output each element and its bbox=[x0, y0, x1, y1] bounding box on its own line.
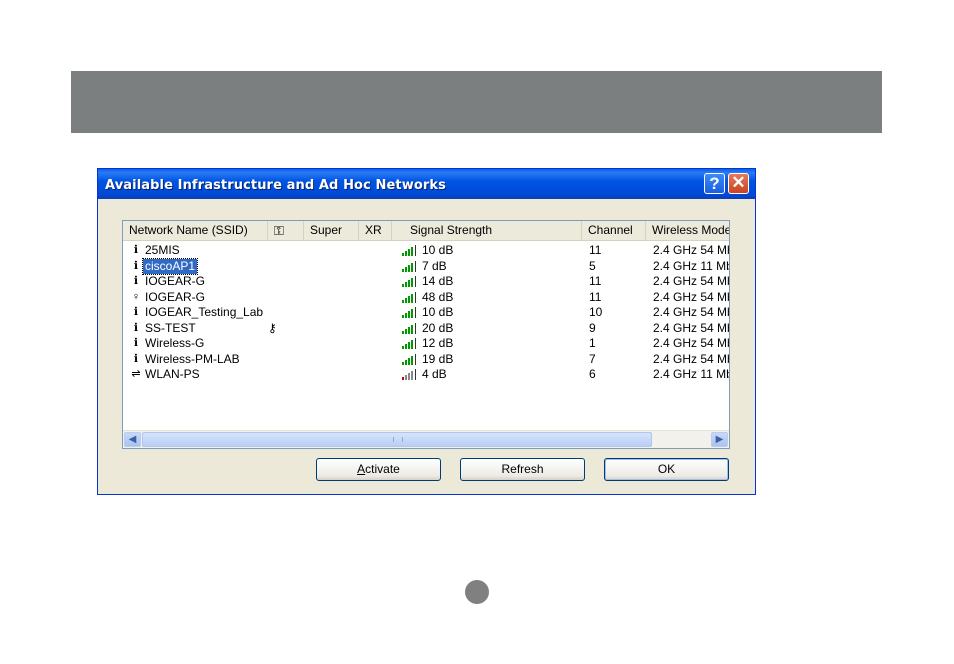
encryption-key-icon: ⚿ bbox=[274, 223, 284, 238]
wireless-mode-value: 2.4 GHz 54 Mbps bbox=[653, 320, 729, 335]
network-ssid: 25MIS bbox=[145, 243, 180, 257]
wireless-mode-value: 2.4 GHz 54 Mbps bbox=[653, 243, 729, 257]
dialog-title: Available Infrastructure and Ad Hoc Netw… bbox=[105, 178, 446, 193]
infrastructure-ap-icon: ℹ bbox=[133, 321, 139, 334]
network-row[interactable]: ℹ Wireless-G 12 dB 1 2.4 GHz 54 Mbps bbox=[123, 336, 729, 351]
channel-value: 9 bbox=[589, 320, 596, 335]
signal-bars-icon bbox=[402, 338, 416, 349]
column-header-ssid[interactable]: Network Name (SSID) bbox=[123, 221, 268, 240]
column-header-xr[interactable]: XR bbox=[359, 221, 392, 240]
list-header: Network Name (SSID) ⚿ Super XR Signal St… bbox=[123, 221, 729, 241]
network-row[interactable]: ℹ 25MIS 10 dB 11 2.4 GHz 54 Mbps bbox=[123, 243, 729, 258]
page-header-banner bbox=[71, 71, 882, 133]
signal-bars-icon bbox=[402, 245, 416, 256]
networks-list[interactable]: Network Name (SSID) ⚿ Super XR Signal St… bbox=[122, 220, 730, 449]
signal-bars-icon bbox=[402, 260, 416, 272]
network-row[interactable]: ℹciscoAP1 7 dB 5 2.4 GHz 11 Mbps bbox=[123, 257, 729, 275]
infrastructure-ap-icon: ℹ bbox=[133, 352, 139, 365]
signal-strength-value: 19 dB bbox=[422, 351, 454, 366]
channel-value: 6 bbox=[589, 367, 596, 381]
adhoc-network-icon: ⇌ bbox=[131, 368, 141, 380]
scrollbar-grip bbox=[393, 437, 403, 442]
encrypted-key-icon: ⚷ bbox=[268, 320, 277, 335]
channel-value: 11 bbox=[589, 289, 602, 304]
column-header-super[interactable]: Super bbox=[304, 221, 359, 240]
signal-bars-icon bbox=[402, 322, 416, 334]
channel-value: 7 bbox=[589, 351, 596, 366]
signal-strength-value: 48 dB bbox=[422, 289, 454, 304]
network-ssid: ciscoAP1 bbox=[141, 257, 199, 275]
signal-strength-value: 12 dB bbox=[422, 336, 454, 350]
signal-bars-icon bbox=[402, 369, 416, 380]
scroll-left-arrow[interactable]: ◀ bbox=[124, 432, 141, 447]
infrastructure-ap-icon: ℹ bbox=[133, 337, 139, 349]
signal-strength-value: 4 dB bbox=[422, 367, 447, 381]
ok-button[interactable]: OK bbox=[604, 458, 729, 481]
network-ssid: IOGEAR_Testing_Lab bbox=[145, 305, 264, 319]
horizontal-scrollbar[interactable]: ◀ ▶ bbox=[123, 430, 729, 448]
channel-value: 10 bbox=[589, 305, 603, 319]
network-ssid: IOGEAR-G bbox=[145, 274, 206, 288]
signal-bars-icon bbox=[402, 276, 416, 287]
wireless-mode-value: 2.4 GHz 11 Mbps bbox=[653, 367, 729, 381]
network-row[interactable]: ♀ IOGEAR-G 48 dB 11 2.4 GHz 54 Mbps bbox=[123, 290, 729, 305]
infrastructure-ap-icon: ℹ bbox=[133, 259, 139, 272]
channel-value: 5 bbox=[589, 258, 596, 273]
page-number-badge bbox=[465, 580, 489, 604]
wireless-mode-value: 2.4 GHz 54 Mbps bbox=[653, 351, 729, 366]
channel-value: 1 bbox=[589, 336, 596, 350]
network-ssid: Wireless-G bbox=[145, 336, 205, 350]
scrollbar-thumb[interactable] bbox=[142, 432, 652, 447]
channel-value: 11 bbox=[589, 274, 602, 288]
column-header-mode[interactable]: Wireless Mode bbox=[646, 221, 729, 240]
wireless-mode-value: 2.4 GHz 11 Mbps bbox=[653, 258, 729, 273]
network-ssid: WLAN-PS bbox=[145, 367, 200, 381]
infrastructure-ap-icon: ℹ bbox=[133, 244, 139, 256]
wireless-mode-value: 2.4 GHz 54 Mbps bbox=[653, 289, 729, 304]
scroll-right-arrow[interactable]: ▶ bbox=[711, 432, 728, 447]
connected-ap-icon: ♀ bbox=[131, 290, 141, 303]
activate-button[interactable]: Activate bbox=[316, 458, 441, 481]
signal-strength-value: 14 dB bbox=[422, 274, 454, 288]
network-row[interactable]: ℹ IOGEAR-G 14 dB 11 2.4 GHz 54 Mbps bbox=[123, 274, 729, 289]
network-row[interactable]: ℹ SS-TEST ⚷ 20 dB 9 2.4 GHz 54 Mbps bbox=[123, 321, 729, 336]
signal-strength-value: 10 dB bbox=[422, 243, 454, 257]
title-bar[interactable]: Available Infrastructure and Ad Hoc Netw… bbox=[98, 169, 755, 199]
help-button[interactable]: ? bbox=[704, 173, 725, 194]
network-row[interactable]: ℹ IOGEAR_Testing_Lab 10 dB 10 2.4 GHz 54 Mbp… bbox=[123, 305, 729, 320]
signal-strength-value: 20 dB bbox=[422, 320, 454, 335]
channel-value: 11 bbox=[589, 243, 602, 257]
wireless-mode-value: 2.4 GHz 54 Mbps bbox=[653, 336, 729, 350]
refresh-button[interactable]: Refresh bbox=[460, 458, 585, 481]
signal-strength-value: 7 dB bbox=[422, 258, 447, 273]
signal-bars-icon bbox=[402, 291, 416, 303]
network-ssid: Wireless-PM-LAB bbox=[145, 351, 240, 366]
column-header-encryption[interactable]: ⚿ bbox=[268, 221, 304, 240]
available-networks-dialog: Available Infrastructure and Ad Hoc Netw… bbox=[97, 168, 756, 495]
signal-strength-value: 10 dB bbox=[422, 305, 454, 319]
signal-bars-icon bbox=[402, 307, 416, 318]
network-ssid: IOGEAR-G bbox=[145, 289, 206, 304]
signal-bars-icon bbox=[402, 353, 416, 365]
wireless-mode-value: 2.4 GHz 54 Mbps bbox=[653, 274, 729, 288]
column-header-signal[interactable]: Signal Strength bbox=[392, 221, 582, 240]
close-button[interactable]: ✕ bbox=[728, 173, 749, 194]
wireless-mode-value: 2.4 GHz 54 Mbps bbox=[653, 305, 729, 319]
infrastructure-ap-icon: ℹ bbox=[133, 306, 139, 318]
network-row[interactable]: ⇌ WLAN-PS 4 dB 6 2.4 GHz 11 Mbps bbox=[123, 367, 729, 382]
infrastructure-ap-icon: ℹ bbox=[133, 275, 139, 287]
column-header-channel[interactable]: Channel bbox=[582, 221, 646, 240]
network-ssid: SS-TEST bbox=[145, 320, 196, 335]
network-row[interactable]: ℹ Wireless-PM-LAB 19 dB 7 2.4 GHz 54 Mbps bbox=[123, 352, 729, 367]
